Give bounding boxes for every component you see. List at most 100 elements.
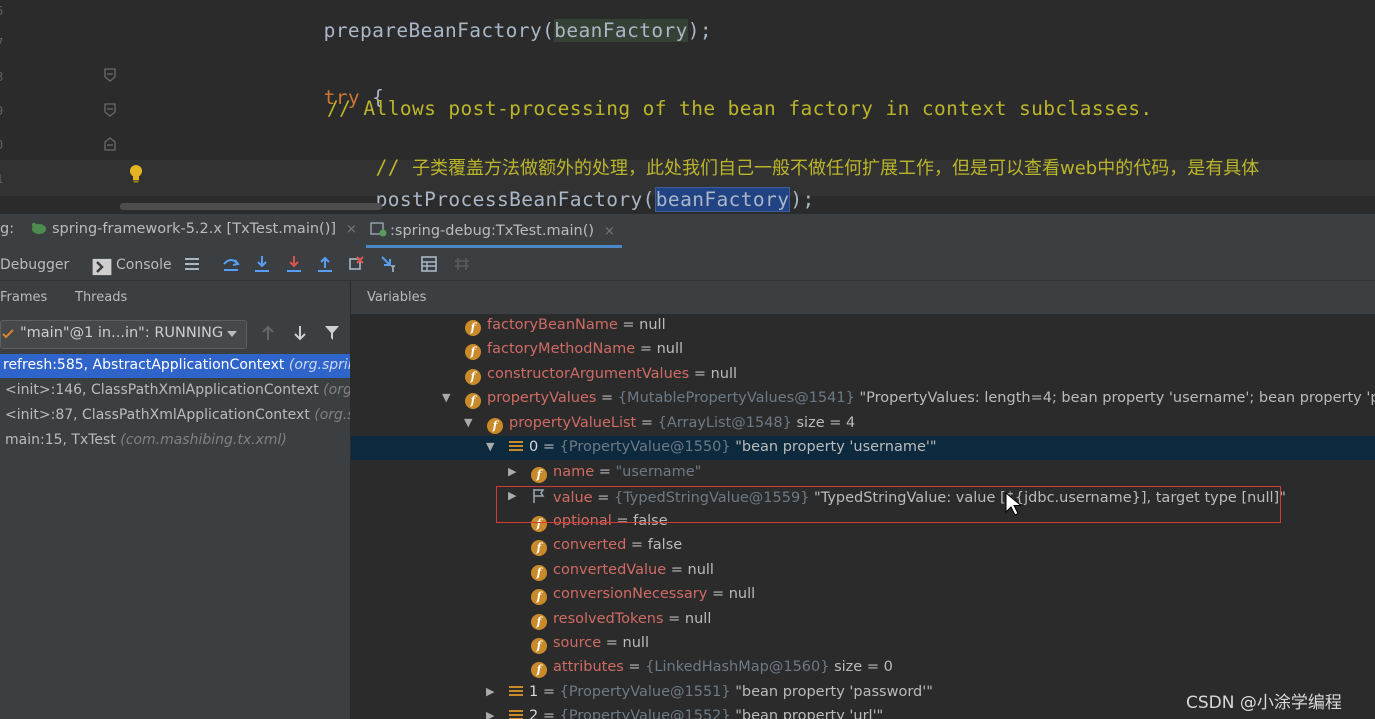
tab-label: spring-framework-5.2.x [TxTest.main()] — [52, 221, 337, 237]
line-number: 9 — [0, 104, 3, 118]
variable-selection-highlight: beanFactory — [654, 187, 791, 212]
variable-name: constructorArgumentValues — [487, 366, 690, 382]
thread-selector[interactable]: "main"@1 in...in": RUNNING — [0, 320, 247, 349]
tab-frames[interactable]: Frames — [0, 290, 47, 305]
frame-item[interactable]: <init>:87, ClassPathXmlApplicationContex… — [0, 404, 350, 428]
equals-sign: = — [623, 659, 646, 675]
list-element-icon — [509, 710, 523, 719]
step-over-icon[interactable] — [221, 254, 241, 274]
field-icon: f — [465, 344, 481, 360]
fold-marker-icon[interactable] — [103, 103, 117, 117]
variable-row-selected[interactable]: ▼ 0 = {PropertyValue@1550} "bean propert… — [351, 436, 1375, 460]
code-editor[interactable]: 6 7 8 9 0 1 prepareBeanFactory(beanFacto… — [0, 0, 1375, 214]
variable-value: false — [647, 537, 683, 553]
paren: ( — [642, 188, 655, 211]
debug-session-tabs: g: spring-framework-5.2.x [TxTest.main()… — [0, 214, 1375, 249]
collapsed-arrow-icon[interactable]: ▶ — [486, 685, 494, 698]
equals-sign: = — [663, 611, 685, 627]
menu-lines-icon[interactable] — [182, 254, 202, 274]
variable-value: null — [622, 635, 649, 651]
arrow-down-icon[interactable] — [293, 325, 307, 341]
frame-method: <init>:146, ClassPathXmlApplicationConte… — [5, 382, 319, 398]
variable-type: {ArrayList@1548} — [657, 415, 792, 431]
field-icon: f — [531, 662, 547, 678]
equals-sign: = — [538, 439, 560, 455]
variable-row[interactable]: f attributes = {LinkedHashMap@1560} size … — [351, 656, 1375, 680]
debug-title: g: — [0, 221, 15, 237]
debugger-toolbar: Debugger Console — [0, 248, 1375, 281]
horizontal-scrollbar[interactable] — [120, 203, 382, 210]
variable-name: factoryBeanName — [487, 317, 618, 333]
variable-row[interactable]: f converted = false — [351, 534, 1375, 558]
frame-item[interactable]: <init>:146, ClassPathXmlApplicationConte… — [0, 379, 350, 403]
variable-value: "bean property 'password'" — [730, 684, 933, 700]
variable-row[interactable]: ▼ f propertyValues = {MutablePropertyValu… — [351, 387, 1375, 411]
variable-row[interactable]: f factoryMethodName = null — [351, 338, 1375, 362]
lightbulb-icon[interactable] — [128, 164, 144, 184]
frames-threads-header: Frames Threads — [0, 281, 350, 313]
variable-row[interactable]: f resolvedTokens = null — [351, 608, 1375, 632]
variable-name: 2 — [529, 708, 539, 719]
evaluate-expression-icon[interactable] — [419, 254, 439, 274]
tab-spring-framework[interactable]: spring-framework-5.2.x [TxTest.main()] × — [30, 221, 357, 237]
method-call: postProcessBeanFactory — [375, 188, 643, 211]
field-icon: f — [531, 589, 547, 605]
watermark: CSDN @小涂学编程 — [1186, 693, 1342, 713]
variable-name: factoryMethodName — [487, 341, 636, 357]
list-element-icon — [509, 686, 523, 696]
run-to-cursor-icon[interactable] — [379, 254, 399, 274]
step-out-icon[interactable] — [315, 254, 335, 274]
equals-sign: = — [689, 366, 711, 382]
variable-type: {MutablePropertyValues@1541} — [617, 390, 855, 406]
variable-name: propertyValueList — [509, 415, 637, 431]
tab-threads[interactable]: Threads — [75, 290, 127, 305]
variable-row[interactable]: ▼ f propertyValueList = {ArrayList@1548} … — [351, 412, 1375, 436]
equals-sign: = — [666, 562, 688, 578]
trace-stream-icon[interactable] — [452, 254, 472, 274]
variable-row[interactable]: ▶ f name = "username" — [351, 461, 1375, 485]
variable-value: null — [687, 562, 714, 578]
variable-row[interactable]: f factoryBeanName = null — [351, 314, 1375, 338]
expanded-arrow-icon[interactable]: ▼ — [486, 440, 494, 453]
paren: ); — [687, 19, 713, 42]
equals-sign: = — [635, 341, 657, 357]
collapsed-arrow-icon[interactable]: ▶ — [486, 709, 494, 719]
filter-icon[interactable] — [324, 325, 340, 341]
variable-row[interactable]: f convertedValue = null — [351, 559, 1375, 583]
code-line: prepareBeanFactory(beanFactory); — [275, 0, 712, 65]
mouse-pointer-icon — [1005, 492, 1021, 516]
arrow-up-icon[interactable] — [261, 325, 275, 341]
frame-package: (com.mashibing.tx.xml) — [120, 432, 287, 448]
tab-debugger[interactable]: Debugger — [0, 257, 69, 273]
fold-marker-icon[interactable] — [103, 68, 117, 82]
equals-sign: = — [594, 464, 616, 480]
drop-frame-icon[interactable] — [347, 254, 367, 274]
equals-sign: = — [538, 708, 560, 719]
expanded-arrow-icon[interactable]: ▼ — [464, 416, 472, 429]
equals-sign: = — [596, 390, 618, 406]
line-number: 1 — [0, 172, 3, 186]
frame-item[interactable]: refresh:585, AbstractApplicationContext … — [0, 354, 350, 378]
variable-name: propertyValues — [487, 390, 597, 406]
fold-marker-icon[interactable] — [103, 137, 117, 151]
variable-row[interactable]: f conversionNecessary = null — [351, 583, 1375, 607]
expanded-arrow-icon[interactable]: ▼ — [442, 391, 450, 404]
variable-name: 1 — [529, 684, 539, 700]
equals-sign: = — [538, 684, 560, 700]
close-icon[interactable]: × — [346, 222, 357, 237]
force-step-into-icon[interactable] — [284, 254, 304, 274]
frame-item[interactable]: main:15, TxTest (com.mashibing.tx.xml) — [0, 429, 350, 453]
chevron-down-icon — [227, 331, 237, 337]
variable-type: {PropertyValue@1550} — [559, 439, 731, 455]
frame-method: main:15, TxTest — [5, 432, 116, 448]
collapsed-arrow-icon[interactable]: ▶ — [508, 465, 516, 478]
variable-value: size = 4 — [791, 415, 856, 431]
tab-spring-debug[interactable]: :spring-debug:TxTest.main() × — [370, 221, 615, 239]
tab-console[interactable]: Console — [116, 257, 172, 273]
step-into-icon[interactable] — [252, 254, 272, 274]
close-icon[interactable]: × — [604, 224, 615, 239]
variable-row[interactable]: f source = null — [351, 632, 1375, 656]
frame-method: refresh:585, AbstractApplicationContext — [3, 357, 285, 373]
variable-row[interactable]: f constructorArgumentValues = null — [351, 363, 1375, 387]
check-icon — [2, 329, 14, 339]
